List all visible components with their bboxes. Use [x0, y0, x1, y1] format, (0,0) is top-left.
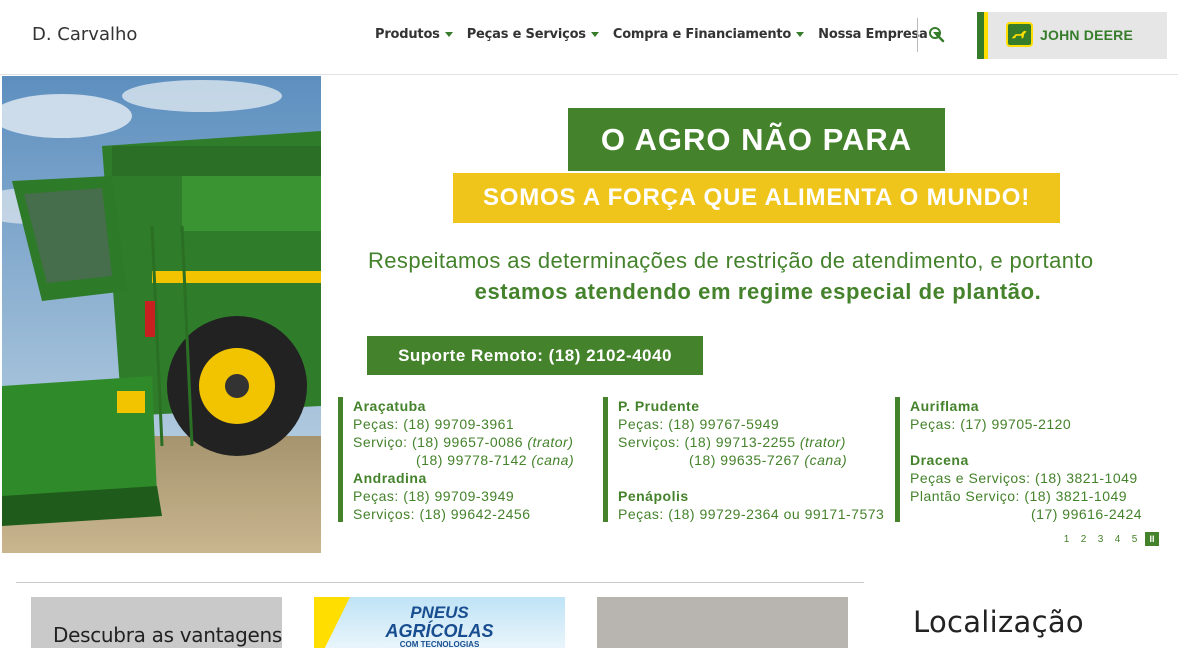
nav-compra-financiamento[interactable]: Compra e Financiamento — [612, 27, 805, 42]
contact-phone: Serviços: (18) 99713-2255 — [618, 434, 800, 450]
slide-dot[interactable]: 5 — [1128, 534, 1141, 545]
site-header: D. Carvalho Produtos Peças e Serviços Co… — [0, 0, 1178, 75]
contact-line: (18) 99635-7267 (cana) — [618, 451, 888, 469]
contact-note: (trator) — [799, 434, 846, 450]
contact-phone: (18) 99635-7267 — [689, 452, 805, 468]
promo-card-pneus[interactable]: PNEUS AGRÍCOLAS COM TECNOLOGIAS — [314, 597, 565, 648]
brand-name[interactable]: D. Carvalho — [32, 24, 137, 45]
contact-phone: (18) 99778-7142 — [416, 452, 532, 468]
header-divider — [917, 18, 918, 52]
contact-line: (17) 99616-2424 — [1031, 506, 1143, 522]
contact-line: Peças: (18) 99729-2364 ou 99171-7573 — [618, 506, 885, 522]
nav-label: Produtos — [375, 27, 440, 42]
section-divider — [16, 582, 864, 583]
contact-phone: Serviço: (18) 99657-0086 — [353, 434, 528, 450]
pause-icon[interactable]: II — [1145, 532, 1159, 546]
contact-line: Peças: (18) 99767-5949 — [618, 416, 780, 432]
slide-dot[interactable]: 4 — [1111, 534, 1124, 545]
city-name: Auriflama — [910, 398, 980, 414]
nav-nossa-empresa[interactable]: Nossa Empresa — [818, 27, 941, 42]
contact-line: Serviço: (18) 99657-0086 (trator) — [353, 433, 598, 451]
contact-note: (trator) — [527, 434, 574, 450]
search-icon[interactable] — [928, 26, 946, 44]
card-title-line3: COM TECNOLOGIAS — [399, 640, 480, 648]
chevron-down-icon — [590, 32, 599, 37]
contact-note: (cana) — [531, 452, 575, 468]
deer-icon — [1006, 22, 1033, 47]
nav-pecas-servicos[interactable]: Peças e Serviços — [467, 27, 599, 42]
contact-line: Peças: (18) 99709-3949 — [353, 488, 515, 504]
city-name: Araçatuba — [353, 398, 426, 414]
nav-produtos[interactable]: Produtos — [375, 27, 453, 42]
chevron-down-icon — [444, 32, 453, 37]
contact-line: Serviços: (18) 99713-2255 (trator) — [618, 433, 888, 451]
city-name: Penápolis — [618, 488, 689, 504]
main-nav: Produtos Peças e Serviços Compra e Finan… — [375, 27, 941, 42]
hero-subheadline: SOMOS A FORÇA QUE ALIMENTA O MUNDO! — [453, 173, 1060, 223]
remote-support-banner[interactable]: Suporte Remoto: (18) 2102-4040 — [367, 336, 703, 375]
contact-line: Peças e Serviços: (18) 3821-1049 — [910, 470, 1138, 486]
card-title: Descubra as vantagens — [53, 623, 282, 647]
john-deere-wordmark: JOHN DEERE — [1040, 27, 1134, 43]
contact-column-1: Araçatuba Peças: (18) 99709-3961 Serviço… — [338, 397, 598, 522]
slide-dot[interactable]: 1 — [1060, 534, 1073, 545]
contact-note: (cana) — [804, 452, 848, 468]
contact-line: Peças: (18) 99709-3961 — [353, 416, 515, 432]
nav-label: Compra e Financiamento — [612, 27, 792, 42]
contact-column-3: Auriflama Peças: (17) 99705-2120 Dracena… — [895, 397, 1155, 522]
contact-column-2: P. Prudente Peças: (18) 99767-5949 Servi… — [603, 397, 888, 522]
location-heading: Localização — [913, 605, 1084, 639]
city-name: P. Prudente — [618, 398, 700, 414]
promo-card-image[interactable] — [597, 597, 848, 648]
hero-message-line2: estamos atendendo em regime especial de … — [474, 279, 1042, 304]
city-name: Andradina — [353, 470, 427, 486]
card-title-line1: PNEUS — [410, 603, 469, 622]
slide-dot[interactable]: 2 — [1077, 534, 1090, 545]
nav-label: Peças e Serviços — [466, 27, 586, 42]
card-title-line2: AGRÍCOLAS — [385, 621, 494, 641]
contact-line: Plantão Serviço: (18) 3821-1049 — [910, 488, 1128, 504]
contact-line: Peças: (17) 99705-2120 — [910, 416, 1072, 432]
chevron-down-icon — [796, 32, 805, 37]
nav-label: Nossa Empresa — [818, 27, 928, 42]
john-deere-logo[interactable]: JOHN DEERE — [977, 12, 1167, 59]
hero-message-line1: Respeitamos as determinações de restriçã… — [368, 248, 1094, 273]
slide-dot[interactable]: 3 — [1094, 534, 1107, 545]
promo-card-vantagens[interactable]: Descubra as vantagens — [31, 597, 282, 648]
combine-harvester-image — [2, 76, 321, 553]
city-name: Dracena — [910, 452, 969, 468]
slider-pagination: 1 2 3 4 5 II — [1060, 532, 1159, 546]
contact-line: (18) 99778-7142 (cana) — [353, 451, 598, 469]
contact-line: Serviços: (18) 99642-2456 — [353, 506, 531, 522]
hero-headline: O AGRO NÃO PARA — [568, 108, 945, 171]
